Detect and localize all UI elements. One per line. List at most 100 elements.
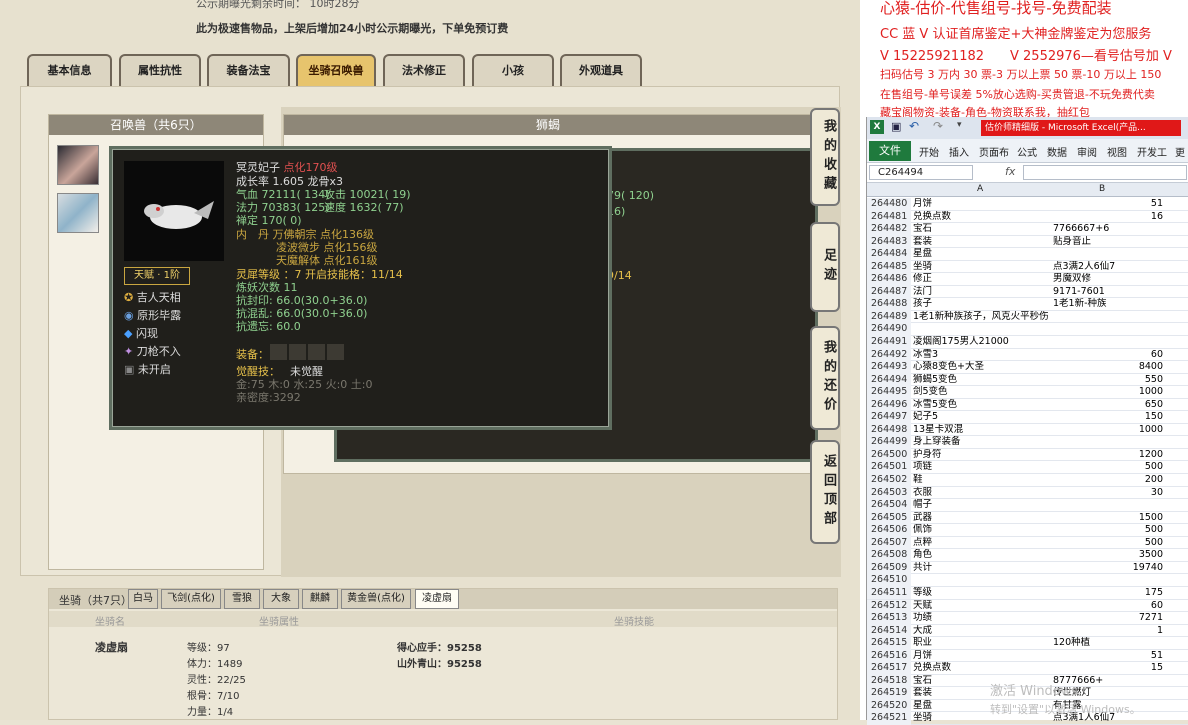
equip-slot[interactable]	[270, 344, 287, 360]
sheet-row[interactable]: 264499 身上穿装备	[867, 436, 1188, 449]
cell-b[interactable]: 1000	[1049, 386, 1169, 399]
cell-a[interactable]: 坐骑	[913, 261, 1049, 274]
customize-toolbar-icon[interactable]: ▾	[957, 120, 962, 130]
sheet-row[interactable]: 264480 月饼 51	[867, 198, 1188, 211]
sheet-row[interactable]: 264517 兑换点数 15	[867, 662, 1188, 675]
tab-children[interactable]: 小孩	[472, 54, 554, 86]
cell-a[interactable]: 月饼	[913, 650, 1049, 663]
name-box[interactable]: C264494	[869, 165, 973, 180]
row-number[interactable]: 264497	[867, 411, 911, 424]
cell-a[interactable]: 剑5变色	[913, 386, 1049, 399]
row-number[interactable]: 264507	[867, 536, 911, 550]
sheet-row[interactable]: 264495 剑5变色 1000	[867, 386, 1188, 399]
cell-a[interactable]: 套装	[913, 236, 1049, 249]
cell-a[interactable]: 大成	[913, 625, 1049, 638]
my-offers-button[interactable]: 我的还价	[810, 326, 840, 430]
sheet-row[interactable]: 264498 13星卡双混 1000	[867, 423, 1188, 437]
cell-b[interactable]: 16	[1049, 211, 1169, 224]
cell-b[interactable]: 550	[1049, 374, 1169, 387]
skill-item[interactable]: ◆ 闪现	[124, 325, 181, 343]
ribbon-tab-developer[interactable]: 开发工	[1137, 144, 1167, 159]
cell-a[interactable]: 项链	[913, 461, 1049, 474]
cell-b[interactable]: 150	[1049, 411, 1169, 424]
cell-b[interactable]: 30	[1049, 487, 1169, 500]
column-a-header[interactable]: A	[977, 184, 983, 194]
cell-b[interactable]: 点3满2人6仙7	[1049, 261, 1169, 274]
cell-a[interactable]: 鞋	[913, 474, 1049, 487]
row-number[interactable]: 264482	[867, 223, 911, 236]
sheet-row[interactable]: 264486 修正 男魔双修	[867, 273, 1188, 286]
cell-a[interactable]: 衣服	[913, 487, 1049, 500]
ribbon-tab-layout[interactable]: 页面布	[979, 144, 1009, 159]
cell-b[interactable]: 贴身音止	[1049, 236, 1169, 249]
skill-item[interactable]: ◉ 原形毕露	[124, 307, 181, 325]
cell-a[interactable]: 13星卡双混	[913, 424, 1049, 437]
row-number[interactable]: 264512	[867, 599, 911, 612]
mount-tab-7[interactable]: 凌虚扇	[415, 589, 459, 609]
back-to-top-button[interactable]: 返回顶部	[810, 440, 840, 544]
sheet-row[interactable]: 264487 法门 9171-7601	[867, 285, 1188, 299]
row-number[interactable]: 264520	[867, 699, 911, 713]
row-number[interactable]: 264519	[867, 687, 911, 700]
row-number[interactable]: 264499	[867, 436, 911, 449]
row-number[interactable]: 264492	[867, 348, 911, 362]
cell-a[interactable]: 冰雪5变色	[913, 399, 1049, 412]
cell-a[interactable]: 月饼	[913, 198, 1049, 211]
row-number[interactable]: 264517	[867, 662, 911, 675]
sheet-row[interactable]: 2644891老1新种族孩子，风克火平秒伤害，装备齐全	[867, 310, 1188, 324]
ribbon-tab-review[interactable]: 审阅	[1077, 144, 1097, 159]
save-icon[interactable]: ▣	[891, 120, 901, 133]
sheet-row[interactable]: 264497 妃子5 150	[867, 411, 1188, 424]
cell-a[interactable]: 修正	[913, 273, 1049, 286]
equip-slot[interactable]	[289, 344, 306, 360]
sheet-row[interactable]: 264484 星盘	[867, 248, 1188, 261]
mount-tab-5[interactable]: 麒麟	[302, 589, 338, 609]
cell-a[interactable]: 武器	[913, 512, 1049, 525]
skill-item[interactable]: ✦ 刀枪不入	[124, 343, 181, 361]
cell-a[interactable]: 护身符	[913, 449, 1049, 462]
cell-b[interactable]: 男魔双修	[1049, 273, 1169, 286]
skill-item[interactable]: ▣ 未开启	[124, 361, 181, 379]
tab-mounts-pets[interactable]: 坐骑召唤兽	[296, 54, 376, 86]
cell-a[interactable]: 星盘	[913, 248, 1049, 261]
row-number[interactable]: 264486	[867, 273, 911, 286]
sheet-row[interactable]: 264508 角色 3500	[867, 549, 1188, 562]
cell-a[interactable]: 功绩	[913, 612, 1049, 625]
formula-input[interactable]	[1023, 165, 1187, 180]
cell-b[interactable]: 51	[1049, 198, 1169, 211]
row-number[interactable]: 264513	[867, 612, 911, 625]
sheet-row[interactable]: 264503 衣服 30	[867, 486, 1188, 500]
ribbon-tab-insert[interactable]: 插入	[949, 144, 969, 159]
cell-a[interactable]: 孩子	[913, 298, 1049, 311]
column-b-header[interactable]: B	[1099, 184, 1105, 194]
sheet-row[interactable]: 264494 狮蝎5变色 550	[867, 373, 1188, 387]
tab-spell-mods[interactable]: 法术修正	[383, 54, 465, 86]
cell-b[interactable]: 7271	[1049, 612, 1169, 625]
cell-a[interactable]: 1老1新种族孩子，风克火平秒伤害，装备齐全	[913, 311, 1049, 324]
cell-b[interactable]: 1200	[1049, 449, 1169, 462]
cell-a[interactable]: 宝石	[913, 223, 1049, 236]
sheet-row[interactable]: 264504 帽子	[867, 499, 1188, 512]
cell-b[interactable]: 8400	[1049, 361, 1169, 374]
cell-a[interactable]: 角色	[913, 549, 1049, 562]
row-number[interactable]: 264505	[867, 511, 911, 525]
fx-icon[interactable]: fx	[1005, 165, 1015, 178]
tab-equipment[interactable]: 装备法宝	[207, 54, 290, 86]
row-number[interactable]: 264502	[867, 474, 911, 487]
cell-b[interactable]: 60	[1049, 349, 1169, 362]
sheet-row[interactable]: 264500 护身符 1200	[867, 448, 1188, 462]
cell-a[interactable]: 凌烟阁175男人21000	[913, 336, 1049, 349]
ribbon-tab-home[interactable]: 开始	[919, 144, 939, 159]
sheet-row[interactable]: 264511 等级 175	[867, 586, 1188, 600]
row-number[interactable]: 264498	[867, 423, 911, 437]
sheet-row[interactable]: 264485 坐骑 点3满2人6仙7	[867, 260, 1188, 274]
row-number[interactable]: 264490	[867, 323, 911, 336]
cell-b[interactable]: 51	[1049, 650, 1169, 663]
cell-a[interactable]: 天赋	[913, 600, 1049, 613]
cell-b[interactable]: 7766667+6	[1049, 223, 1169, 236]
sheet-row[interactable]: 264505 武器 1500	[867, 511, 1188, 525]
tab-attributes[interactable]: 属性抗性	[119, 54, 201, 86]
cell-b[interactable]: 1老1新-种族	[1049, 298, 1169, 311]
row-number[interactable]: 264521	[867, 712, 911, 725]
mount-tab-1[interactable]: 白马	[128, 589, 158, 609]
